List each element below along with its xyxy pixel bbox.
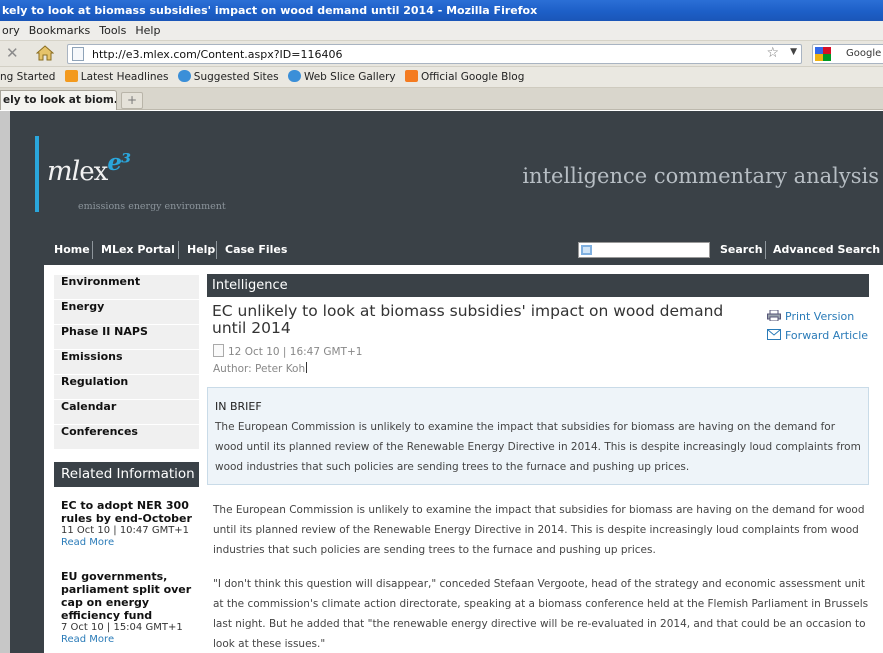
leftnav-emissions[interactable]: Emissions — [54, 350, 199, 375]
related-item-title[interactable]: EU governments, parliament split over ca… — [61, 570, 201, 622]
text-cursor — [306, 362, 308, 373]
nav-help[interactable]: Help — [187, 243, 215, 256]
menu-history[interactable]: ory — [2, 21, 20, 41]
url-bar[interactable]: http://e3.mlex.com/Content.aspx?ID=11640… — [67, 44, 802, 64]
print-version-link[interactable]: Print Version — [767, 307, 868, 326]
envelope-icon — [767, 329, 781, 340]
blogger-icon — [404, 70, 418, 82]
article-headline: EC unlikely to look at biomass subsidies… — [212, 302, 724, 337]
nav-case-files[interactable]: Case Files — [225, 243, 287, 256]
bookmark-getting-started[interactable]: ng Started — [0, 67, 55, 88]
bookmark-google-blog[interactable]: Official Google Blog — [404, 67, 524, 88]
new-tab-button[interactable]: + — [121, 92, 143, 109]
read-more-link[interactable]: Read More — [61, 537, 201, 549]
site-logo[interactable]: mlexe³ — [47, 149, 131, 187]
site-tagline: intelligence commentary analysis — [522, 164, 879, 188]
bookmark-latest-headlines[interactable]: Latest Headlines — [64, 67, 168, 88]
site-search-input[interactable] — [578, 242, 710, 258]
related-item-date: 11 Oct 10 | 10:47 GMT+1 — [61, 525, 190, 536]
article-paragraph: The European Commission is unlikely to e… — [213, 504, 865, 556]
url-text: http://e3.mlex.com/Content.aspx?ID=11640… — [92, 48, 343, 61]
search-icon — [581, 245, 592, 255]
leftnav-environment[interactable]: Environment — [54, 275, 199, 300]
forward-article-link[interactable]: Forward Article — [767, 326, 868, 345]
tab-bar: ely to look at biom... + — [0, 88, 883, 110]
rss-icon — [64, 70, 78, 82]
nav-mlex-portal[interactable]: MLex Portal — [101, 243, 175, 256]
stop-icon[interactable]: ✕ — [6, 44, 19, 62]
in-brief-text: The European Commission is unlikely to e… — [215, 421, 861, 473]
home-icon[interactable] — [36, 45, 54, 61]
leftnav-conferences[interactable]: Conferences — [54, 425, 199, 450]
left-navigation: Environment Energy Phase II NAPS Emissio… — [54, 275, 199, 450]
nav-home[interactable]: Home — [54, 243, 90, 256]
bookmarks-toolbar: ng Started Latest Headlines Suggested Si… — [0, 67, 883, 88]
tab-active[interactable]: ely to look at biom... — [0, 90, 117, 110]
article-paragraph: "I don't think this question will disapp… — [213, 578, 869, 650]
search-button[interactable]: Search — [720, 243, 763, 256]
page-viewport: mlexe³ emissions energy environment inte… — [0, 111, 883, 653]
advanced-search-link[interactable]: Advanced Search — [773, 243, 880, 256]
related-item: EU governments, parliament split over ca… — [61, 570, 201, 646]
site-navigation: Home MLex Portal Help Case Files Search … — [44, 235, 883, 265]
menu-bar: ory Bookmarks Tools Help — [0, 21, 883, 41]
bookmark-web-slice-gallery[interactable]: Web Slice Gallery — [287, 67, 396, 88]
in-brief-box: IN BRIEF The European Commission is unli… — [207, 387, 869, 485]
in-brief-label: IN BRIEF — [215, 400, 262, 413]
menu-help[interactable]: Help — [135, 21, 160, 41]
logo-subtitle: emissions energy environment — [78, 201, 226, 212]
article-tools: Print Version Forward Article — [767, 307, 868, 345]
ie-icon — [177, 70, 191, 82]
search-engine-label: Google t — [846, 48, 883, 59]
bookmark-suggested-sites[interactable]: Suggested Sites — [177, 67, 279, 88]
related-item-date: 7 Oct 10 | 15:04 GMT+1 — [61, 622, 183, 633]
page-icon — [72, 47, 84, 61]
ie-icon — [287, 70, 301, 82]
related-item-title[interactable]: EC to adopt NER 300 rules by end-October — [61, 499, 201, 525]
article-date: 12 Oct 10 | 16:47 GMT+1 — [213, 344, 362, 358]
logo-accent — [35, 136, 39, 212]
related-item: EC to adopt NER 300 rules by end-October… — [61, 499, 201, 549]
leftnav-calendar[interactable]: Calendar — [54, 400, 199, 425]
url-dropdown-icon[interactable]: ▼ — [790, 47, 797, 57]
leftnav-phase-ii-naps[interactable]: Phase II NAPS — [54, 325, 199, 350]
menu-bookmarks[interactable]: Bookmarks — [29, 21, 90, 41]
navigation-toolbar: ✕ http://e3.mlex.com/Content.aspx?ID=116… — [0, 41, 883, 67]
browser-search-box[interactable]: Google t — [812, 44, 883, 64]
leftnav-regulation[interactable]: Regulation — [54, 375, 199, 400]
printer-icon — [767, 310, 781, 321]
leftnav-energy[interactable]: Energy — [54, 300, 199, 325]
window-title: kely to look at biomass subsidies' impac… — [0, 0, 883, 21]
document-icon — [213, 344, 224, 357]
menu-tools[interactable]: Tools — [99, 21, 126, 41]
section-header: Intelligence — [207, 274, 869, 297]
bookmark-star-icon[interactable]: ☆ — [766, 45, 779, 61]
related-information-heading: Related Information — [54, 462, 199, 487]
read-more-link[interactable]: Read More — [61, 634, 201, 646]
article-author: Author: Peter Koh — [213, 362, 308, 375]
google-icon[interactable] — [815, 47, 831, 61]
